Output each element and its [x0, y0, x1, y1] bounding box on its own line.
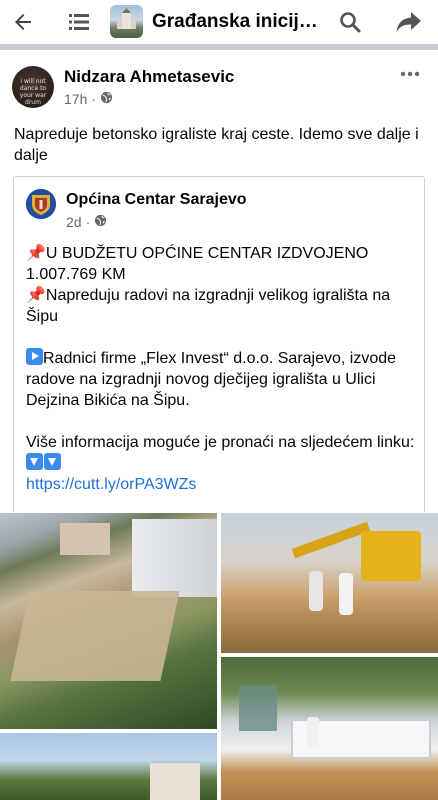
shared-line-2: Napreduju radovi na izgradnji velikog ig…	[26, 287, 391, 325]
worker-shape	[339, 573, 353, 615]
search-icon[interactable]	[333, 6, 367, 38]
pin-icon: 📌	[26, 287, 46, 304]
shared-link[interactable]: https://cutt.ly/orPA3WZs	[26, 476, 196, 493]
post-header: i will not dance to your war drum Nidzar…	[0, 56, 438, 116]
shared-body: 📌U BUDŽETU OPĆINE CENTAR IZDVOJENO 1.007…	[26, 243, 420, 516]
shared-avatar[interactable]	[26, 189, 56, 219]
play-icon	[26, 348, 43, 365]
worker-shape	[309, 571, 323, 611]
construction-area-shape	[10, 591, 180, 681]
shared-post[interactable]: Općina Centar Sarajevo 2d · 📌U BUDŽETU O…	[13, 176, 425, 512]
down-arrow-icon	[26, 453, 43, 470]
shared-paragraph-1: 📌U BUDŽETU OPĆINE CENTAR IZDVOJENO 1.007…	[26, 243, 420, 327]
post-author[interactable]: Nidzara Ahmetasevic	[64, 67, 234, 87]
avatar[interactable]: i will not dance to your war drum	[12, 66, 54, 108]
building-shape	[60, 523, 110, 555]
meta-separator: ·	[85, 214, 91, 230]
avatar-caption: i will not dance to your war drum	[19, 78, 47, 106]
top-bar: Građanska inicijati…	[0, 0, 438, 44]
excavator-arm-shape	[291, 521, 371, 559]
post-time[interactable]: 17h	[64, 91, 87, 107]
shared-paragraph-2: Radnici firme „Flex Invest“ d.o.o. Saraj…	[26, 348, 420, 411]
shared-para-3-text: Više informacija moguće je pronaći na sl…	[26, 434, 415, 451]
photo-town-view[interactable]	[0, 733, 217, 800]
shared-para-2-text: Radnici firme „Flex Invest“ d.o.o. Saraj…	[26, 350, 397, 409]
shared-line-1: U BUDŽETU OPĆINE CENTAR IZDVOJENO 1.007.…	[26, 245, 369, 283]
down-arrow-icon	[44, 453, 61, 470]
group-title[interactable]: Građanska inicijati…	[152, 11, 322, 33]
shared-time[interactable]: 2d	[66, 214, 82, 230]
more-options-icon[interactable]	[398, 64, 422, 84]
pin-icon: 📌	[26, 245, 46, 262]
excavator-shape	[361, 531, 421, 581]
photo-excavator-workers[interactable]	[221, 513, 438, 653]
shared-paragraph-3: Više informacija moguće je pronaći na sl…	[26, 432, 420, 495]
meta-separator: ·	[91, 91, 97, 107]
globe-icon	[94, 214, 107, 230]
building-shape	[132, 519, 217, 597]
menu-icon[interactable]	[62, 6, 96, 38]
photo-pool-construction[interactable]	[221, 657, 438, 800]
post-meta: 17h ·	[64, 91, 113, 107]
share-icon[interactable]	[392, 6, 426, 38]
shared-meta: 2d ·	[66, 214, 107, 230]
post-text: Napreduje betonsko igraliste kraj ceste.…	[14, 126, 419, 164]
worker-shape	[307, 717, 319, 747]
shared-author[interactable]: Općina Centar Sarajevo	[66, 191, 247, 209]
house-shape	[150, 763, 200, 800]
globe-icon	[100, 91, 113, 107]
group-thumbnail[interactable]	[110, 5, 143, 38]
section-divider	[0, 44, 438, 50]
photo-aerial-construction-site[interactable]	[0, 513, 217, 729]
back-arrow-icon[interactable]	[6, 6, 40, 38]
green-screen-shape	[239, 685, 277, 731]
